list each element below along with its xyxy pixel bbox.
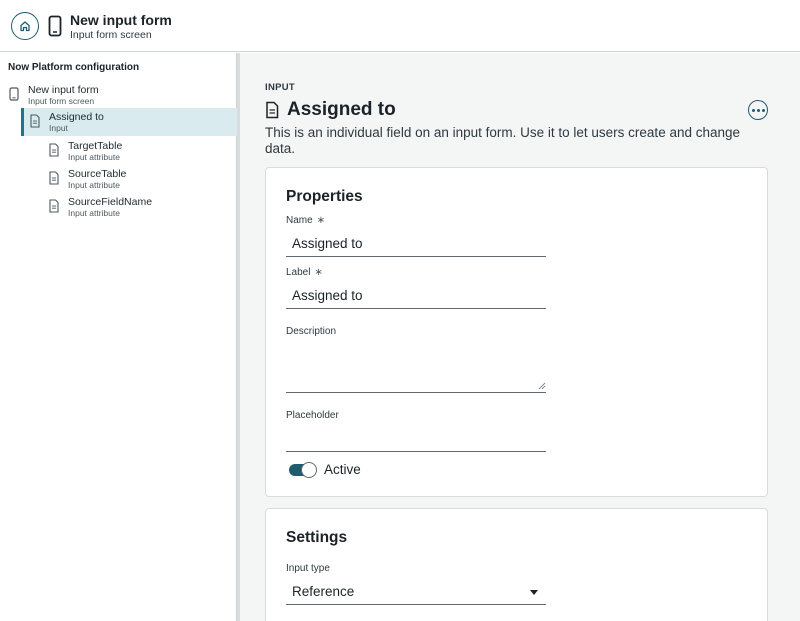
properties-title: Properties — [286, 188, 363, 205]
toggle-knob — [301, 462, 317, 478]
sidebar-item-targettable[interactable]: TargetTable Input attribute — [48, 141, 233, 163]
placeholder-label: Placeholder — [286, 410, 339, 421]
page-subtitle: Input form screen — [70, 29, 152, 41]
label-label: Label ∗ — [286, 267, 323, 278]
more-options-icon-dot — [756, 108, 760, 112]
sidebar-item-sublabel: Input attribute — [68, 179, 120, 190]
record-title-row: Assigned to — [265, 99, 396, 121]
document-icon — [49, 199, 59, 213]
properties-card: Properties Name∗ Label∗ Description Plac… — [265, 167, 768, 497]
home-button[interactable] — [11, 12, 39, 40]
required-icon: ∗ — [314, 267, 323, 278]
name-field[interactable] — [286, 231, 546, 257]
sidebar-item-sublabel: Input — [49, 122, 68, 133]
sidebar-item-new-input-form[interactable]: New input form Input form screen — [8, 85, 233, 107]
sidebar-item-label: SourceTable — [68, 168, 127, 180]
more-options-icon-dot — [761, 108, 765, 112]
sidebar-item-label: SourceFieldName — [68, 196, 153, 208]
sidebar-item-sublabel: Input attribute — [68, 207, 120, 218]
mobile-device-icon — [48, 15, 62, 37]
sidebar-item-label: Assigned to — [49, 111, 104, 123]
input-type-label: Input type — [286, 563, 330, 574]
description-field[interactable] — [286, 331, 546, 393]
resize-grip-icon[interactable] — [538, 382, 546, 390]
sidebar-item-label: New input form — [28, 84, 99, 96]
settings-card: Settings Input type Reference — [265, 508, 768, 621]
record-type-eyebrow: INPUT — [265, 82, 295, 93]
name-label-text: Name — [286, 215, 313, 226]
main-panel: INPUT Assigned to This is an individual … — [240, 53, 800, 621]
label-label-text: Label — [286, 267, 311, 278]
name-label: Name ∗ — [286, 215, 325, 226]
record-description: This is an individual field on an input … — [265, 125, 741, 156]
placeholder-field[interactable] — [286, 426, 546, 452]
record-title: Assigned to — [287, 99, 396, 120]
more-options-button[interactable] — [748, 100, 768, 120]
input-type-select[interactable]: Reference — [286, 579, 546, 605]
more-options-icon — [751, 108, 755, 112]
sidebar-item-sublabel: Input form screen — [28, 95, 95, 106]
input-type-value: Reference — [292, 584, 355, 599]
label-field[interactable] — [286, 283, 546, 309]
document-icon — [30, 114, 40, 128]
settings-title: Settings — [286, 529, 348, 546]
sidebar-item-label: TargetTable — [68, 140, 123, 152]
active-toggle[interactable] — [289, 462, 317, 478]
sidebar-heading: Now Platform configuration — [8, 62, 140, 73]
caret-down-icon — [530, 590, 538, 595]
sidebar-item-sourcefieldname[interactable]: SourceFieldName Input attribute — [48, 197, 233, 219]
page-title: New input form — [70, 12, 172, 28]
document-icon — [49, 143, 59, 157]
sidebar-item-assigned-to[interactable]: Assigned to Input — [21, 108, 237, 136]
document-icon — [49, 171, 59, 185]
document-icon — [266, 101, 279, 119]
sidebar: Now Platform configuration New input for… — [0, 53, 237, 621]
app-header: New input form Input form screen — [0, 0, 800, 52]
mobile-device-icon — [9, 87, 19, 101]
sidebar-item-sublabel: Input attribute — [68, 151, 120, 162]
active-label: Active — [324, 462, 361, 477]
home-icon — [20, 21, 30, 32]
sidebar-item-sourcetable[interactable]: SourceTable Input attribute — [48, 169, 233, 191]
required-icon: ∗ — [316, 215, 326, 226]
